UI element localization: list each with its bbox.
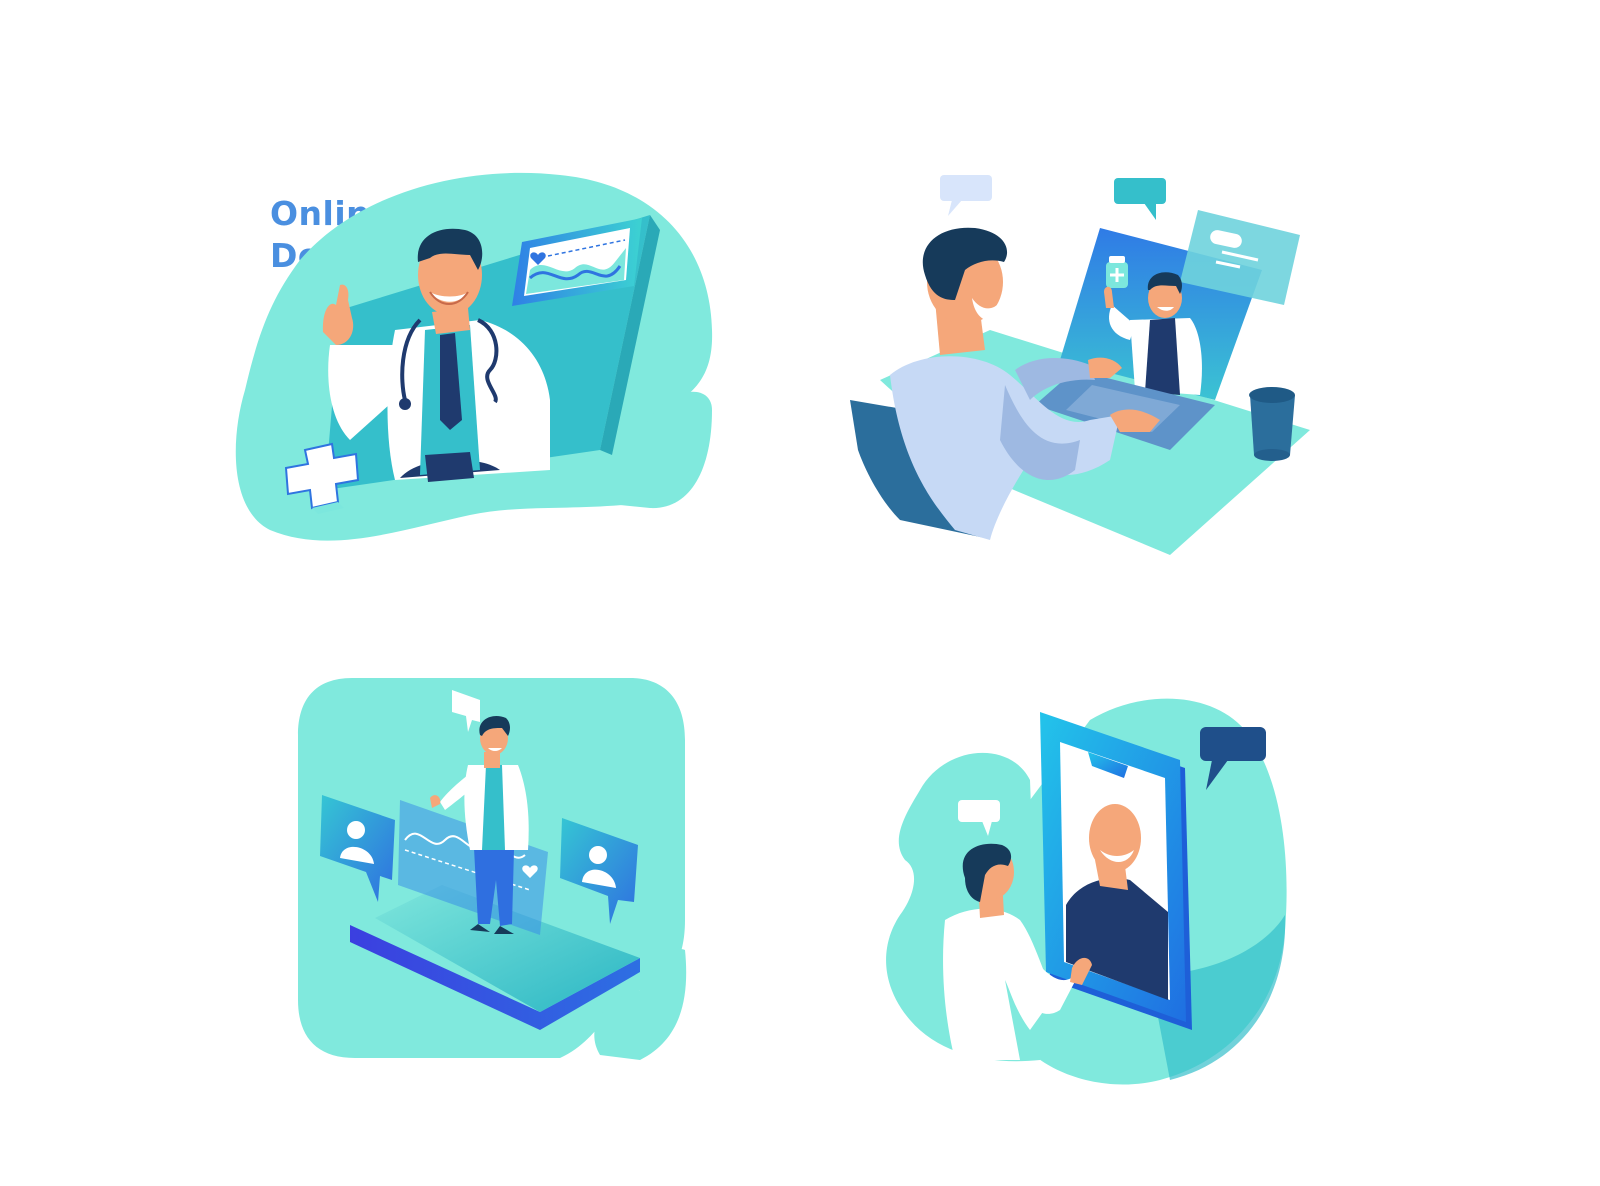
scene-platform (298, 678, 687, 1060)
scene-online-doctor (235, 172, 713, 541)
scene-phone-call (886, 698, 1287, 1085)
pen-cup (1249, 387, 1295, 461)
scene-desk-call (850, 175, 1310, 555)
chat-bubble-icon (1114, 178, 1166, 220)
medicine-bottle-icon (1106, 256, 1128, 288)
chat-bubble-icon (940, 175, 992, 216)
illustrations (235, 172, 1310, 1085)
illustration-sheet: Online Doctor (0, 0, 1600, 1186)
